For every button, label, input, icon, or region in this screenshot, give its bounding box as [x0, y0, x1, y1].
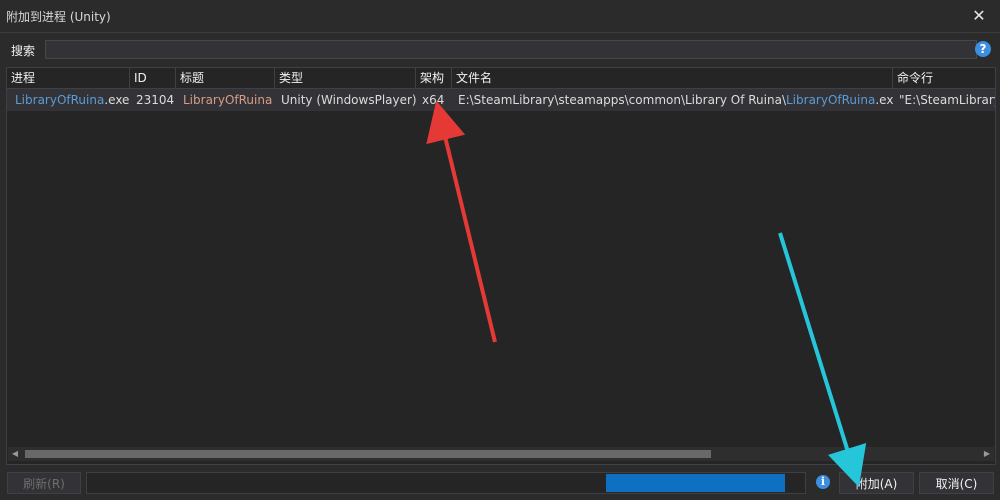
refresh-button[interactable]: 刷新(R)	[7, 472, 81, 494]
file-ext: .exe	[875, 93, 893, 107]
cell-id: 23104	[136, 93, 175, 107]
title-bar: 附加到进程 (Unity) ✕	[0, 0, 1000, 33]
process-table: 进程 ID 标题 类型 架构 文件名 命令行 LibraryOfRuina.ex…	[6, 67, 996, 465]
file-name: LibraryOfRuina	[786, 93, 876, 107]
column-header-process[interactable]: 进程	[7, 68, 130, 88]
window-title: 附加到进程 (Unity)	[6, 10, 111, 24]
column-header-arch[interactable]: 架构	[416, 68, 452, 88]
column-header-id[interactable]: ID	[130, 68, 176, 88]
scrollbar-thumb[interactable]	[25, 450, 711, 458]
cell-filename: E:\SteamLibrary\steamapps\common\Library…	[454, 89, 893, 111]
process-ext: .exe	[104, 93, 130, 107]
table-row[interactable]: LibraryOfRuina.exe 23104 LibraryOfRuina …	[7, 89, 995, 111]
progress-fill	[606, 474, 785, 492]
search-input[interactable]	[45, 40, 977, 59]
scroll-right-icon[interactable]: ▶	[980, 447, 994, 461]
footer-bar: 刷新(R) i 附加(A) 取消(C)	[0, 468, 1000, 500]
cell-command-line: "E:\SteamLibrary	[899, 93, 995, 107]
info-icon[interactable]: i	[816, 475, 830, 489]
close-icon[interactable]: ✕	[968, 5, 990, 27]
help-icon[interactable]: ?	[975, 41, 991, 57]
cell-title: LibraryOfRuina	[183, 93, 273, 107]
progress-bar	[86, 472, 806, 494]
cell-process: LibraryOfRuina.exe	[11, 89, 130, 111]
search-label: 搜索	[11, 44, 36, 58]
column-header-command-line[interactable]: 命令行	[893, 68, 995, 88]
column-header-filename[interactable]: 文件名	[452, 68, 893, 88]
table-header: 进程 ID 标题 类型 架构 文件名 命令行	[7, 68, 995, 89]
cell-type: Unity (WindowsPlayer)	[281, 93, 416, 107]
column-header-title[interactable]: 标题	[176, 68, 275, 88]
cancel-button[interactable]: 取消(C)	[919, 472, 994, 494]
process-name: LibraryOfRuina	[15, 93, 105, 107]
scroll-left-icon[interactable]: ◀	[8, 447, 22, 461]
column-header-type[interactable]: 类型	[275, 68, 416, 88]
cell-arch: x64	[422, 93, 445, 107]
horizontal-scrollbar[interactable]: ◀ ▶	[8, 447, 994, 461]
file-path: E:\SteamLibrary\steamapps\common\Library…	[458, 93, 786, 107]
attach-button[interactable]: 附加(A)	[839, 472, 914, 494]
